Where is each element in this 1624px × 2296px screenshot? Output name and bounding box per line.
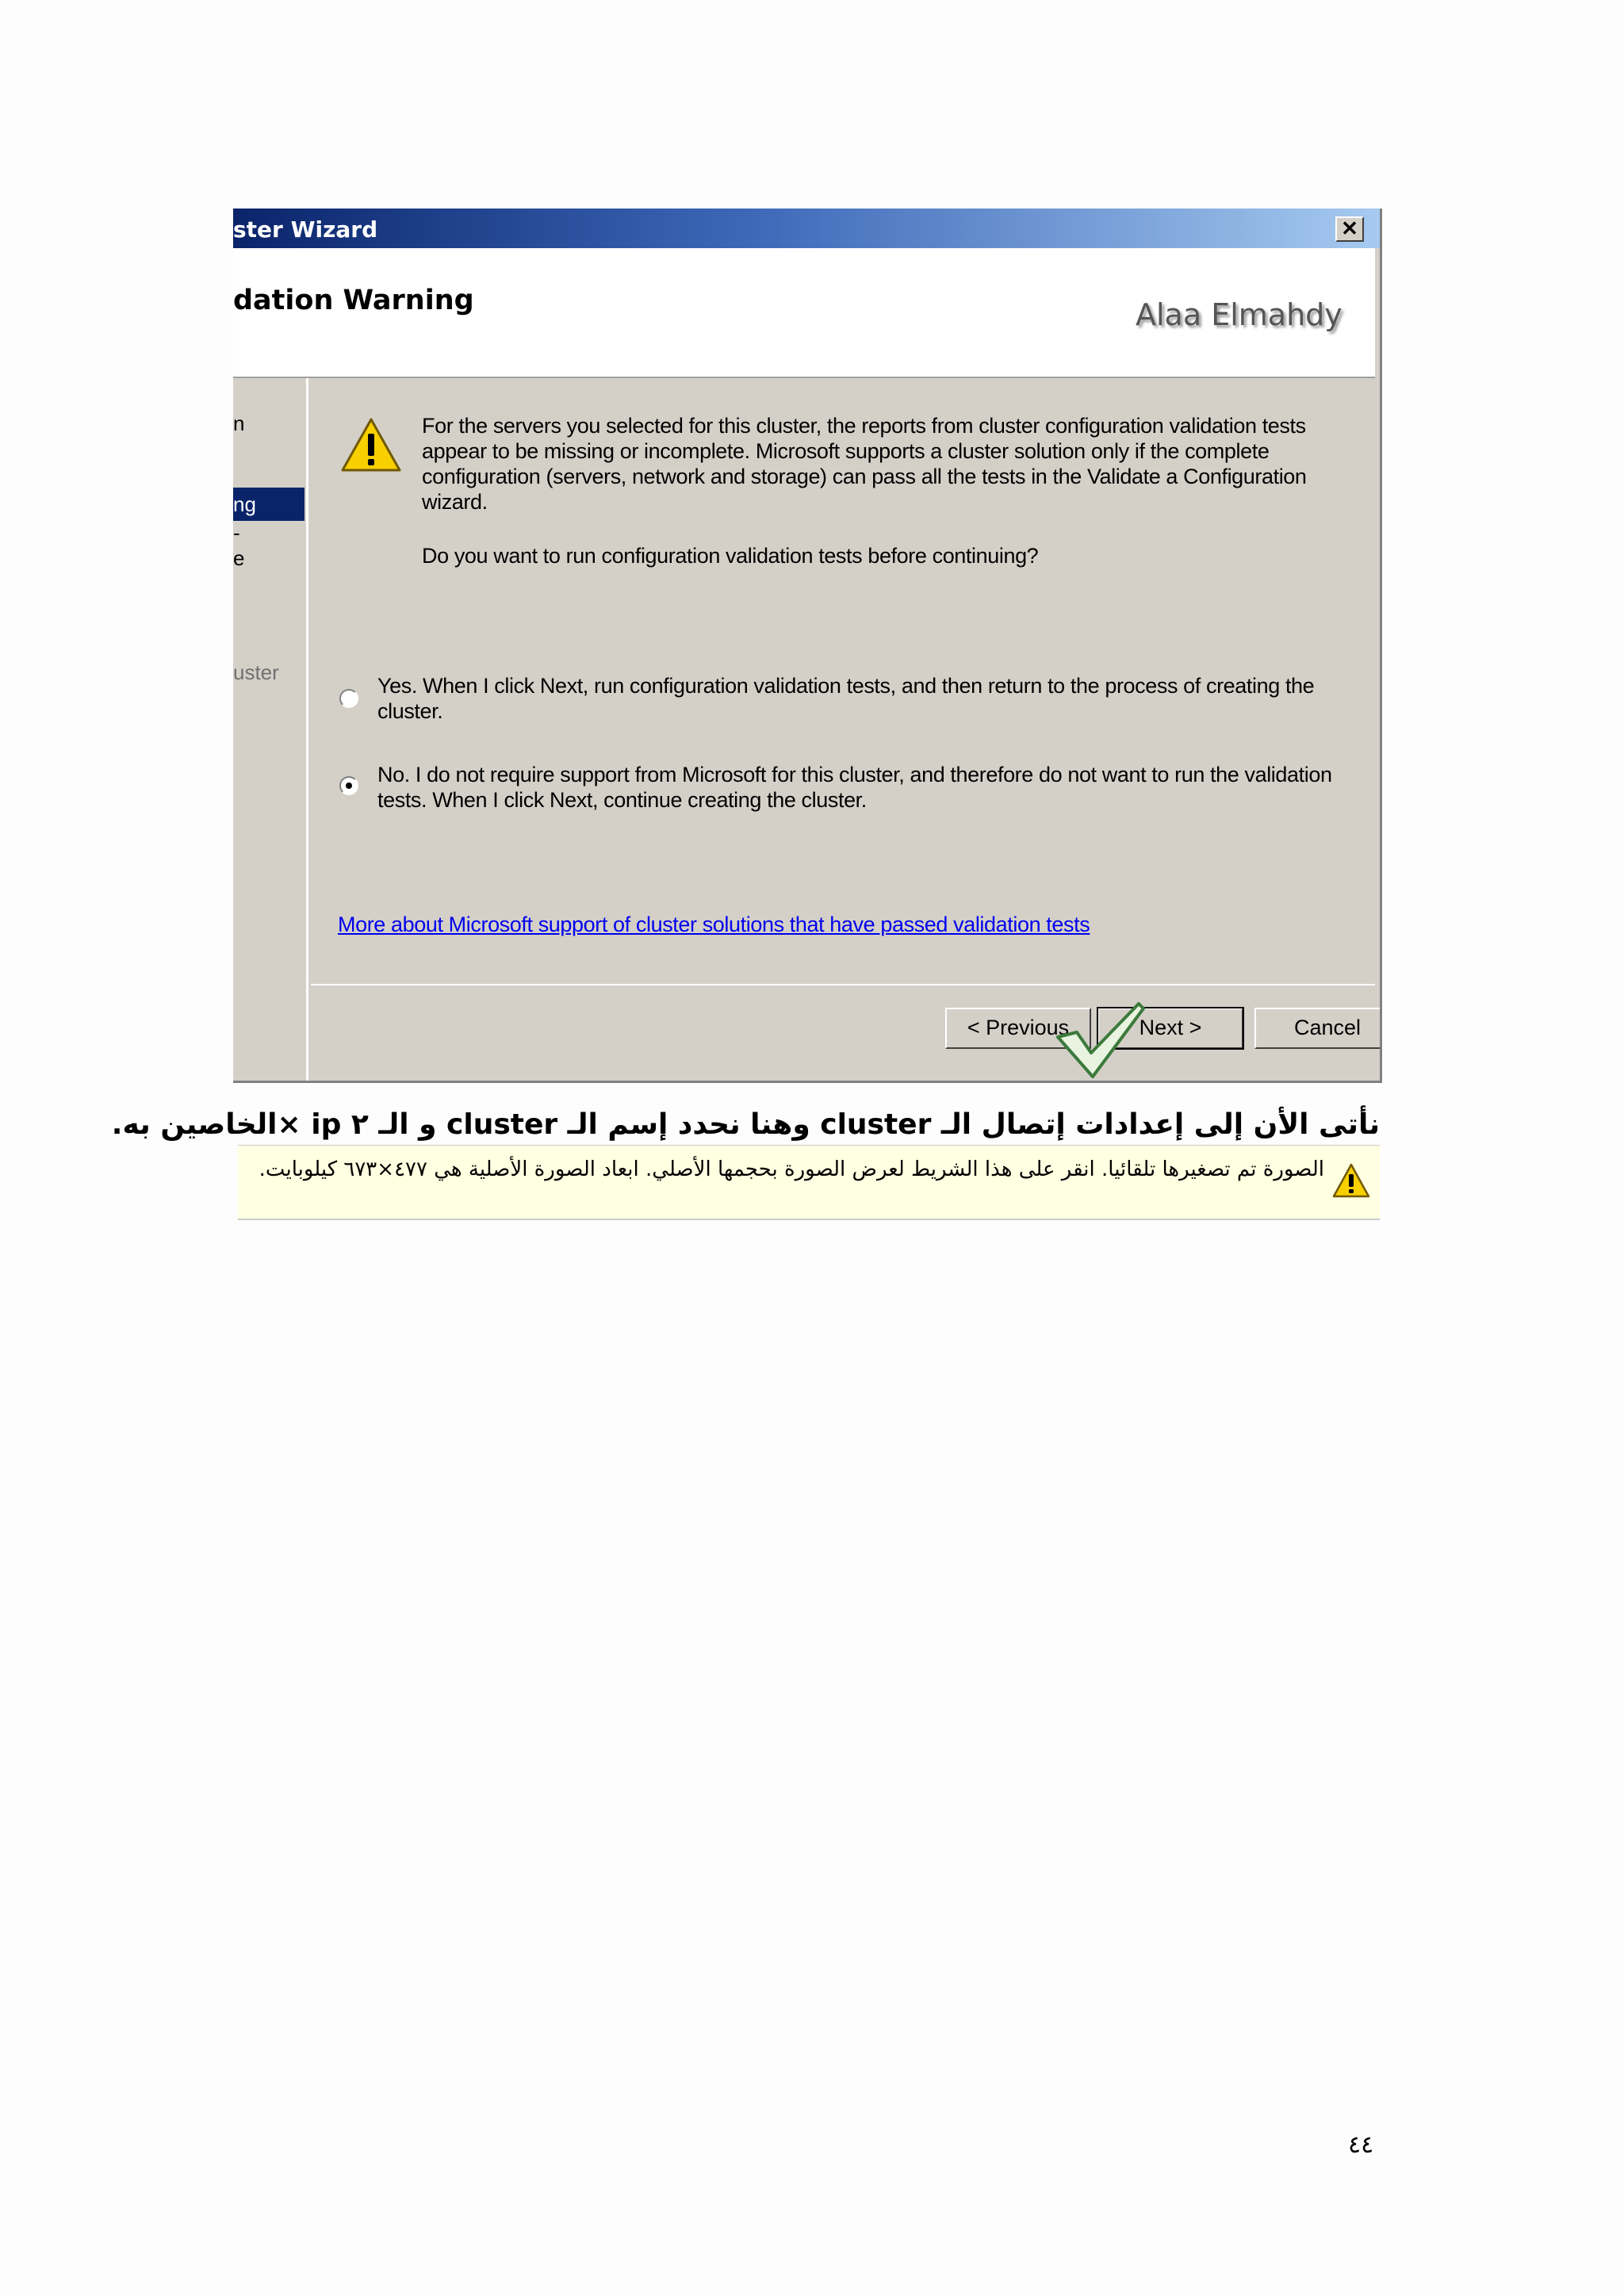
option-no-label[interactable]: No. I do not require support from Micros…: [377, 762, 1337, 813]
brand-watermark: Alaa Elmahdy: [1136, 297, 1342, 332]
close-button[interactable]: ✕: [1335, 216, 1364, 242]
nav-step-2: ng: [233, 492, 256, 516]
nav-step-3[interactable]: -: [233, 521, 240, 545]
option-yes-label[interactable]: Yes. When I click Next, run configuratio…: [377, 673, 1337, 724]
wizard-window: ster Wizard ✕ dation Warning Alaa Elmahd…: [233, 209, 1382, 1083]
close-icon: ✕: [1341, 216, 1358, 240]
page-number: ٤٤: [1348, 2131, 1374, 2159]
title-bar[interactable]: ster Wizard ✕: [233, 209, 1380, 248]
warning-icon: [341, 418, 401, 472]
more-info-link[interactable]: More about Microsoft support of cluster …: [338, 913, 1090, 937]
content-area: For the servers you selected for this cl…: [312, 378, 1375, 984]
checkmark-icon: [1056, 1002, 1145, 1078]
page-title: dation Warning: [233, 285, 474, 316]
radio-no[interactable]: [339, 776, 358, 795]
button-bar: < Previous Next > Cancel: [311, 984, 1380, 1081]
nav-step-selected[interactable]: ng: [233, 488, 304, 521]
page-caption: نأتى الأن إلى إعدادات إتصال الـ cluster …: [111, 1108, 1380, 1141]
image-resize-info-bar[interactable]: الصورة تم تصغيرها تلقائيا. انقر على هذا …: [238, 1145, 1380, 1220]
nav-step-4[interactable]: e: [233, 546, 244, 571]
nav-step-1[interactable]: n: [233, 411, 244, 436]
warning-message: For the servers you selected for this cl…: [422, 414, 1307, 514]
radio-selected-dot: [346, 783, 352, 789]
question-text: Do you want to run configuration validat…: [422, 544, 1039, 568]
cancel-button[interactable]: Cancel: [1254, 1008, 1380, 1049]
window-title: ster Wizard: [233, 216, 378, 243]
warning-icon: [1332, 1163, 1370, 1198]
wizard-steps-nav: n ng - e uster: [233, 378, 308, 1081]
nav-step-5[interactable]: uster: [233, 660, 279, 685]
info-bar-text: الصورة تم تصغيرها تلقائيا. انقر على هذا …: [259, 1158, 1324, 1181]
radio-yes[interactable]: [339, 689, 358, 708]
wizard-header: dation Warning Alaa Elmahdy: [233, 248, 1375, 378]
